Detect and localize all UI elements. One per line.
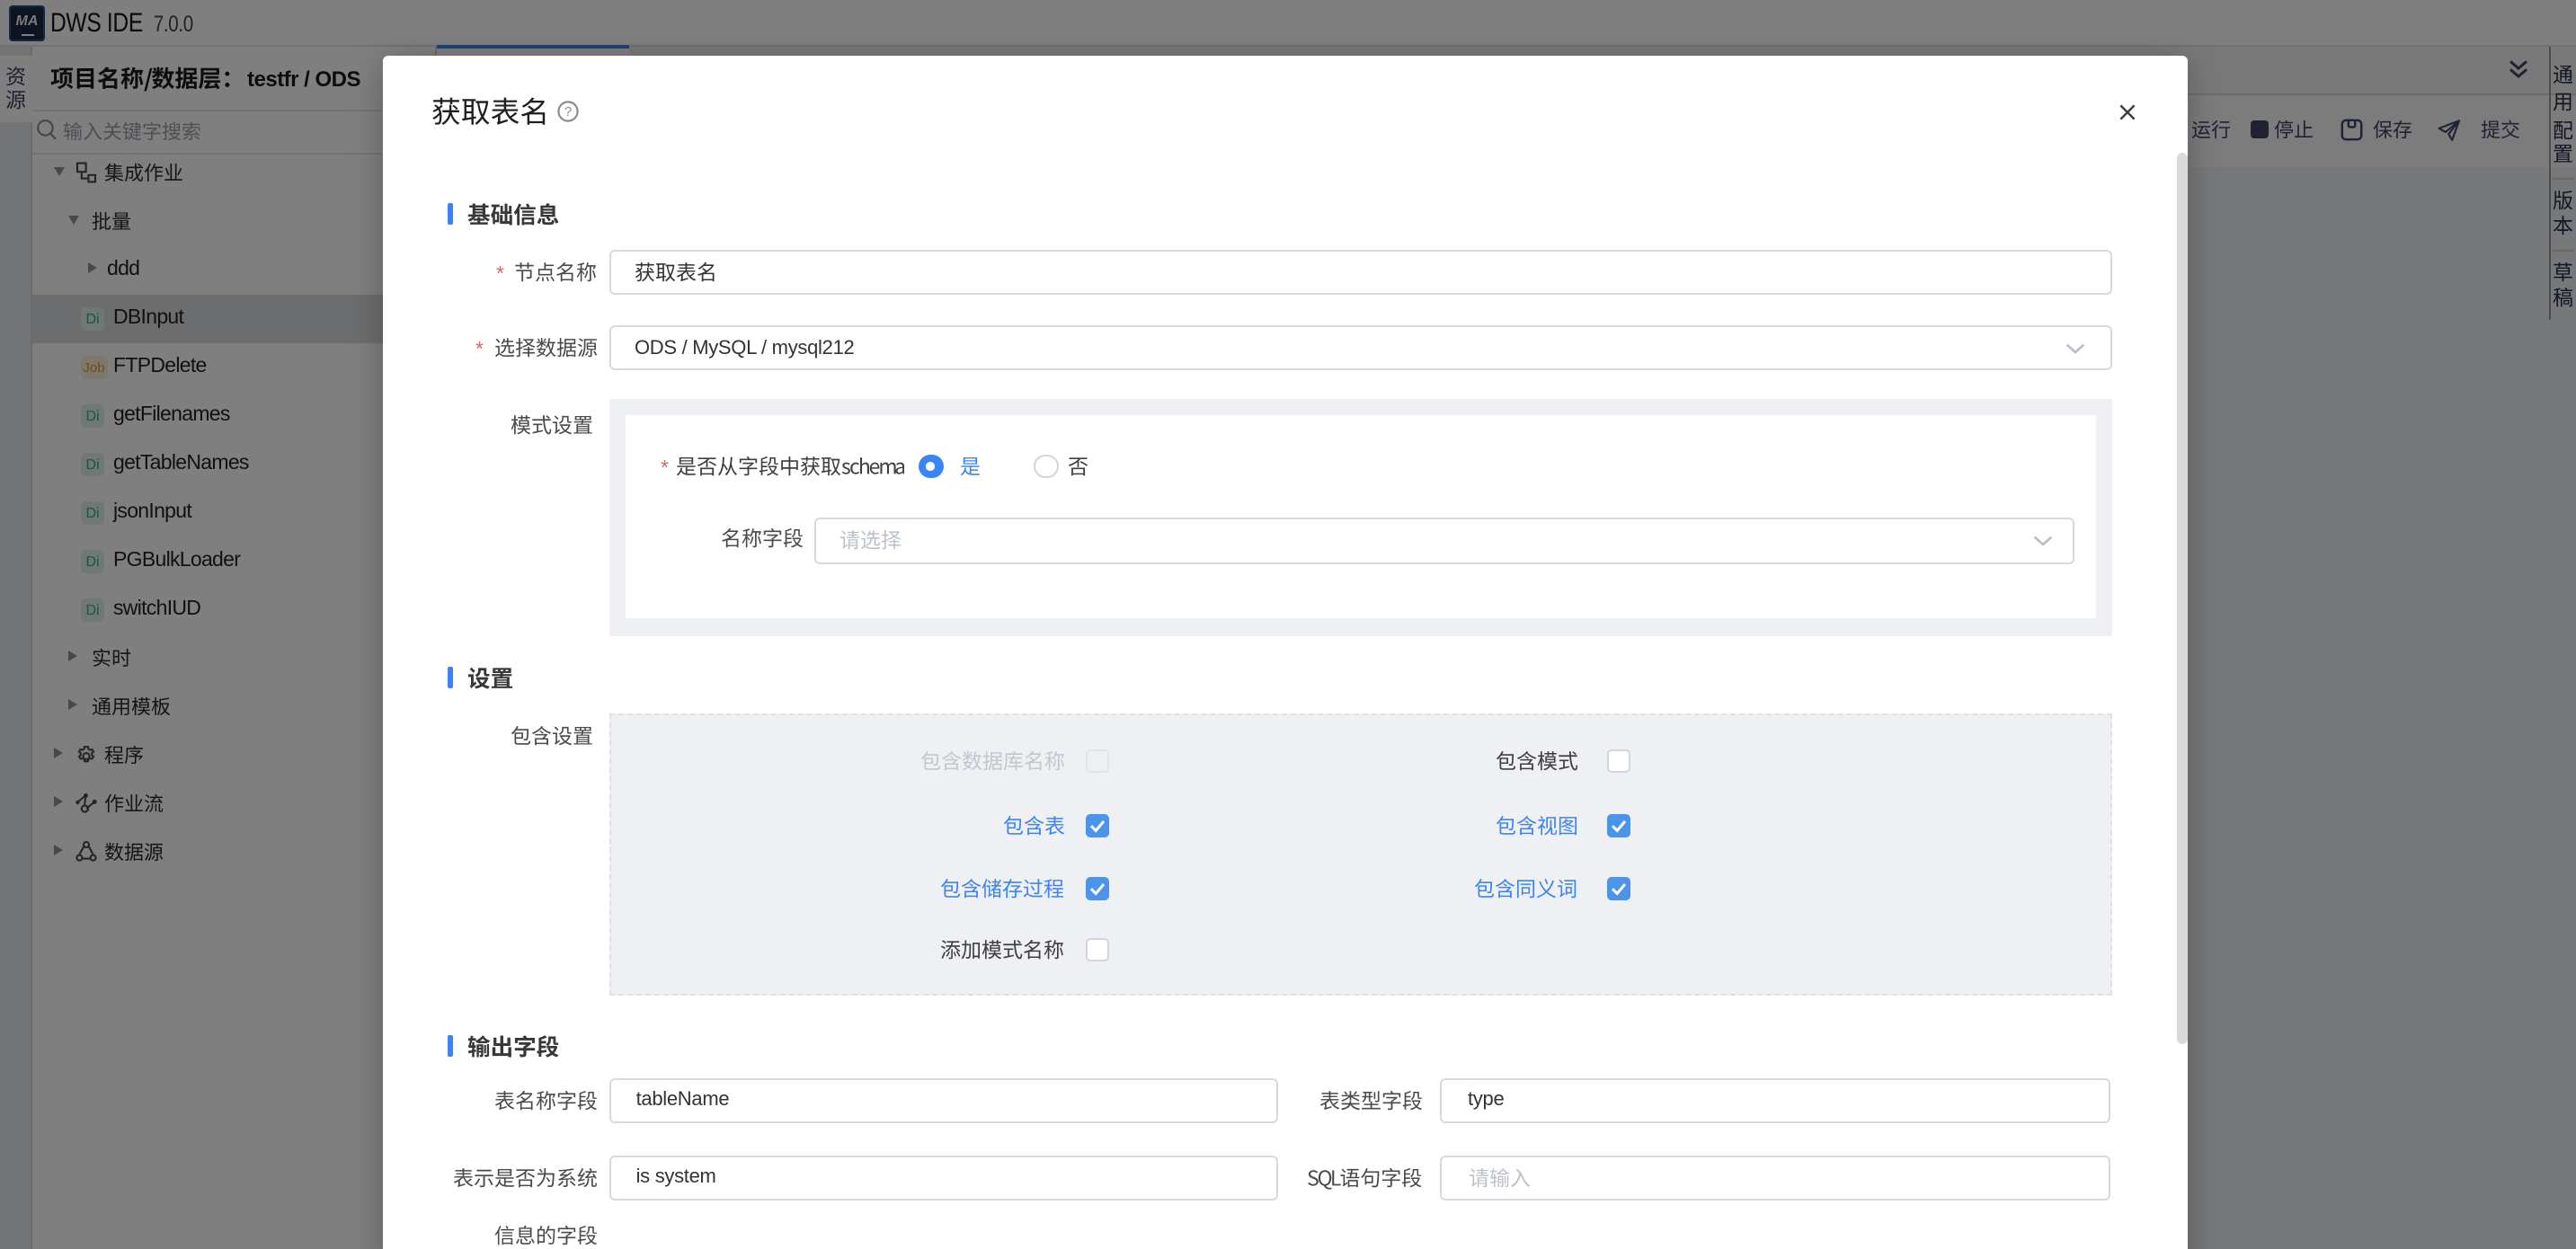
svg-text:?: ? [564,104,571,120]
